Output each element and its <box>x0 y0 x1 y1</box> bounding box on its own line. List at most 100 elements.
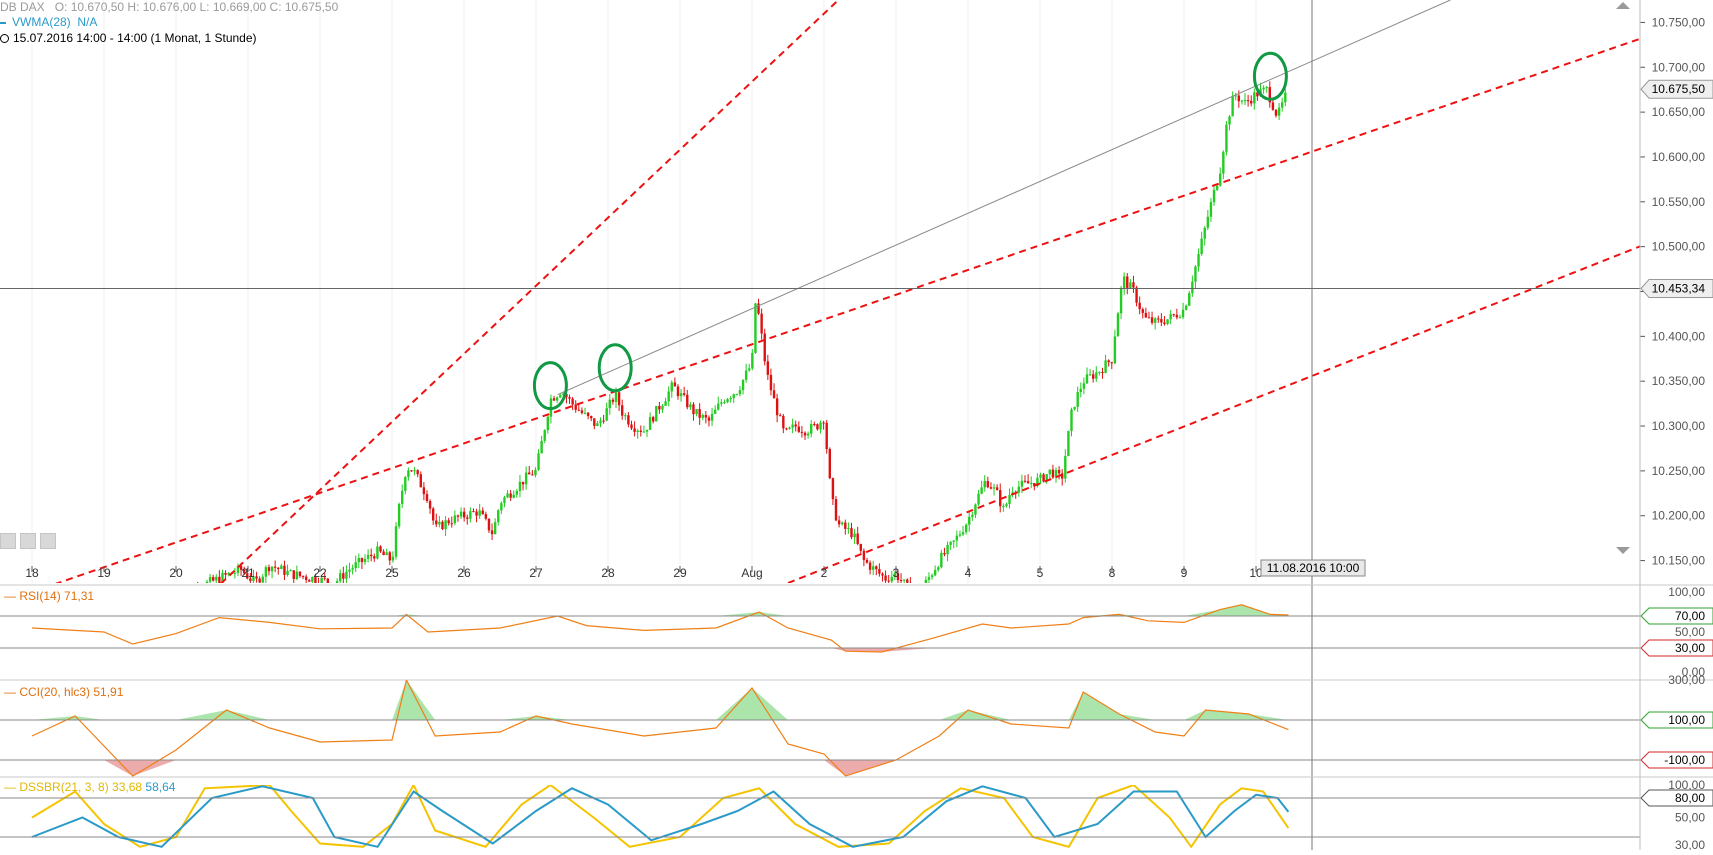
candle-body <box>428 500 432 509</box>
last-price-label: 10.675,50 <box>1640 79 1713 99</box>
candle-body <box>902 579 906 581</box>
candle-body <box>1228 116 1231 125</box>
candle-body <box>788 427 791 429</box>
x-tick-label: 8 <box>1109 566 1116 580</box>
candle-body <box>717 403 720 410</box>
rsi-title: — RSI(14) 71,31 <box>4 589 94 603</box>
candle-body <box>261 576 264 583</box>
candle-body <box>980 487 983 494</box>
candle-body <box>1160 319 1163 323</box>
candle-body <box>961 532 965 535</box>
candle-body <box>679 393 683 397</box>
clock-icon <box>0 34 9 43</box>
candle-body <box>586 412 590 417</box>
indicator-value: N/A <box>77 15 98 29</box>
candle-body <box>366 554 370 559</box>
candle-body <box>447 520 450 524</box>
candle-body <box>1243 100 1247 102</box>
candle-body <box>382 551 385 556</box>
crosshair-date-text: 11.08.2016 10:00 <box>1267 561 1360 575</box>
candle-body <box>620 405 624 416</box>
candle-body <box>286 570 289 575</box>
trend-line-dashed <box>787 245 1640 583</box>
candle-body <box>481 510 484 515</box>
candle-body <box>326 578 330 583</box>
candle-body <box>208 577 212 582</box>
candle-body <box>729 398 732 400</box>
candle-body <box>791 424 794 428</box>
x-tick-label: 28 <box>601 566 615 580</box>
candle-body <box>772 390 776 399</box>
cci-title-part: 51,91 <box>90 685 124 699</box>
candle-body <box>819 422 822 430</box>
candle-body <box>828 448 832 479</box>
candle-body <box>385 552 388 556</box>
candle-body <box>273 566 277 568</box>
candle-body <box>1262 87 1265 90</box>
candle-body <box>295 571 299 580</box>
candle-body <box>834 499 838 521</box>
candle-body <box>497 510 500 523</box>
candle-body <box>633 428 636 432</box>
candle-body <box>760 313 763 334</box>
candle-body <box>946 544 949 555</box>
candle-body <box>1277 107 1281 116</box>
chart-area: 18 19 20 21 22 25 26 27 28 29 Aug 2 3 4 5 8 9 10 10.150,00… <box>0 0 1713 852</box>
candle-body <box>1169 314 1172 320</box>
candle-body <box>354 562 357 569</box>
candle-body <box>462 511 466 518</box>
crosshair-date-label: 11.08.2016 10:00 <box>1260 559 1366 577</box>
candle-body <box>1181 309 1185 318</box>
candle-body <box>676 386 680 397</box>
zoom-in-button[interactable] <box>0 533 16 549</box>
candle-body <box>422 487 426 495</box>
candle-body <box>258 578 261 583</box>
candle-body <box>881 573 884 576</box>
cci-title-swatch: — <box>4 685 19 699</box>
crosshair-price-label-text: 10.453,34 <box>1652 282 1706 296</box>
chart-canvas[interactable]: 18 19 20 21 22 25 26 27 28 29 Aug 2 3 4 5 8 9 1010.150,00… <box>0 0 1713 852</box>
y-tick-label: 10.300,00 <box>1652 419 1706 433</box>
candle-body <box>785 428 788 430</box>
candle-body <box>190 592 192 595</box>
candle-body <box>187 592 189 597</box>
candle-body <box>376 546 379 559</box>
zoom-out-button[interactable] <box>20 533 36 549</box>
candle-body <box>1240 100 1244 102</box>
dss-title: — DSSBR(21, 3, 8) 33,68 58,64 <box>4 780 176 794</box>
candle-body <box>769 374 773 391</box>
cci-level-minus100-label-text: -100,00 <box>1664 753 1705 767</box>
candle-body <box>664 401 667 406</box>
candle-body <box>1237 95 1241 102</box>
candle-body <box>859 543 862 551</box>
candle-body <box>1200 238 1203 255</box>
candle-body <box>1116 313 1120 337</box>
candle-body <box>766 361 770 375</box>
candle-body <box>983 481 986 488</box>
candle-body <box>500 503 503 511</box>
candle-body <box>459 511 463 517</box>
candle-body <box>580 410 584 413</box>
candle-body <box>686 394 689 408</box>
candle-body <box>1163 322 1166 324</box>
candle-body <box>509 493 512 498</box>
candle-body <box>602 420 605 422</box>
candle-body <box>555 397 559 401</box>
candle-body <box>345 571 348 579</box>
x-tick-label: 25 <box>385 566 399 580</box>
candle-body <box>937 567 940 570</box>
menu-button[interactable] <box>40 533 56 549</box>
candle-body <box>1095 372 1098 379</box>
candle-body <box>723 402 726 404</box>
candle-body <box>800 431 804 433</box>
candle-body <box>493 522 497 535</box>
rsi-level-70-label: 70,00 <box>1640 607 1713 625</box>
candle-body <box>868 562 872 570</box>
x-tick-label: 2 <box>821 566 828 580</box>
rsi-title-part: 71,31 <box>61 589 95 603</box>
candle-body <box>995 487 999 491</box>
candle-body <box>388 552 392 561</box>
candle-body <box>224 573 227 575</box>
candle-body <box>503 497 506 504</box>
candle-body <box>546 416 550 431</box>
